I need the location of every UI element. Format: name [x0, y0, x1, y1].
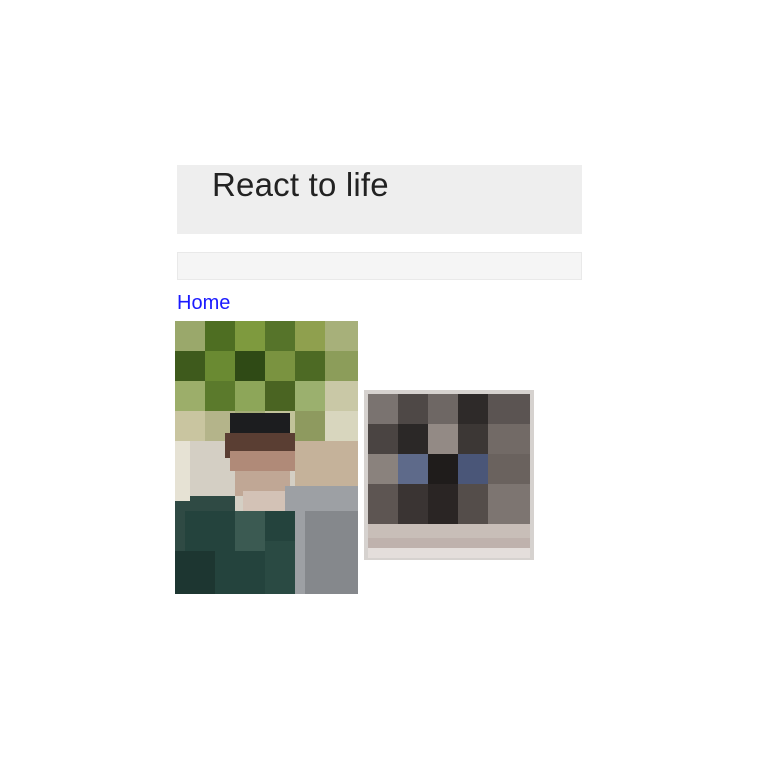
portrait-photo: [175, 321, 358, 594]
navbar: [177, 252, 582, 280]
site-title: React to life: [212, 166, 389, 203]
site-header: React to life: [177, 165, 582, 234]
group-photo: [358, 384, 540, 566]
page: React to life Home: [0, 0, 760, 760]
home-link[interactable]: Home: [177, 291, 230, 315]
